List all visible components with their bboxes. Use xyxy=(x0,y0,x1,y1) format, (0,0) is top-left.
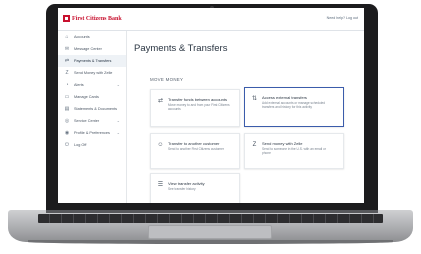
mail-icon: ✉ xyxy=(64,46,70,52)
bank-logo[interactable]: First Citizens Bank xyxy=(63,15,122,22)
sidebar-item-profile[interactable]: ◉ Profile & Preferences ⌄ xyxy=(58,127,126,139)
section-label: MOVE MONEY xyxy=(150,77,184,82)
card-title: Send money with Zelle xyxy=(262,141,303,146)
card-icon: ▭ xyxy=(64,94,70,100)
sidebar-item-label: Alerts xyxy=(74,83,84,87)
main-content: Payments & Transfers MOVE MONEY ⇄ Transf… xyxy=(130,31,364,203)
card-title: Access external transfers xyxy=(262,95,307,100)
laptop-hinge xyxy=(46,210,378,213)
external-transfer-icon: ⇅ xyxy=(251,96,258,102)
sidebar-item-label: Profile & Preferences xyxy=(74,131,110,135)
card-external-transfers[interactable]: ⇅ Access external transfers Add external… xyxy=(244,87,344,127)
sidebar-item-statements[interactable]: ▤ Statements & Documents xyxy=(58,103,126,115)
document-icon: ▤ xyxy=(64,106,70,112)
sidebar-item-payments-transfers[interactable]: ⇄ Payments & Transfers xyxy=(58,55,126,67)
person-icon: ◉ xyxy=(64,130,70,136)
sidebar-item-log-off[interactable]: ⏻ Log Off xyxy=(58,139,126,151)
card-transfer-to-customer[interactable]: ☺ Transfer to another customer Send to a… xyxy=(150,133,240,169)
logo-text: First Citizens Bank xyxy=(72,15,122,22)
transfer-icon: ⇄ xyxy=(157,98,164,104)
sidebar-nav: ⌂ Accounts ✉ Message Center ⇄ Payments &… xyxy=(58,31,127,203)
zelle-icon: Z xyxy=(252,142,257,148)
card-description: Send to someone in the U.S. with an emai… xyxy=(262,147,326,155)
logo-mark-icon xyxy=(63,15,70,22)
customer-icon: ☺ xyxy=(157,142,164,148)
chevron-down-icon: ⌄ xyxy=(116,130,120,135)
laptop-screen: First Citizens Bank Need help? Log out ⌂… xyxy=(58,8,364,203)
laptop-base-lip xyxy=(28,240,393,244)
power-icon: ⏻ xyxy=(65,142,69,148)
sidebar-item-label: Message Center xyxy=(74,47,102,51)
card-description: See transfer history xyxy=(168,187,196,191)
sidebar-item-service-center[interactable]: ◎ Service Center ⌄ xyxy=(58,115,126,127)
card-description: Move money to and from your First Citize… xyxy=(168,103,230,111)
sidebar-item-label: Payments & Transfers xyxy=(74,59,112,63)
top-bar: First Citizens Bank Need help? Log out xyxy=(58,8,364,31)
zelle-icon: Z xyxy=(65,70,69,76)
sidebar-item-label: Accounts xyxy=(74,35,90,39)
chevron-down-icon: ⌄ xyxy=(116,118,120,123)
sidebar-item-zelle[interactable]: Z Send Money with Zelle xyxy=(58,67,126,79)
activity-icon: ☰ xyxy=(157,182,164,188)
sidebar-item-alerts[interactable]: ◔ Alerts ⌄ xyxy=(58,79,126,91)
sidebar-item-message-center[interactable]: ✉ Message Center xyxy=(58,43,126,55)
card-title: Transfer to another customer xyxy=(168,141,220,146)
sidebar-item-label: Statements & Documents xyxy=(74,107,118,111)
sidebar-item-label: Manage Cards xyxy=(74,95,99,99)
laptop-trackpad xyxy=(148,225,272,239)
card-transfer-between-accounts[interactable]: ⇄ Transfer funds between accounts Move m… xyxy=(150,89,240,127)
page-title: Payments & Transfers xyxy=(134,43,228,54)
service-icon: ◎ xyxy=(64,118,70,124)
sidebar-item-label: Log Off xyxy=(74,143,87,147)
sidebar-item-accounts[interactable]: ⌂ Accounts xyxy=(58,31,126,43)
sidebar-item-label: Service Center xyxy=(74,119,100,123)
sidebar-item-label: Send Money with Zelle xyxy=(74,71,113,75)
card-send-with-zelle[interactable]: Z Send money with Zelle Send to someone … xyxy=(244,133,344,169)
card-view-transfer-activity[interactable]: ☰ View transfer activity See transfer hi… xyxy=(150,173,240,203)
transfer-icon: ⇄ xyxy=(64,58,70,64)
bank-icon: ⌂ xyxy=(65,34,69,40)
user-links[interactable]: Need help? Log out xyxy=(327,16,358,20)
alert-icon: ◔ xyxy=(65,82,69,88)
card-title: View transfer activity xyxy=(168,181,205,186)
card-title: Transfer funds between accounts xyxy=(168,97,227,102)
card-description: Add external accounts or manage schedule… xyxy=(262,101,326,109)
chevron-down-icon: ⌄ xyxy=(116,82,120,87)
sidebar-item-manage-cards[interactable]: ▭ Manage Cards xyxy=(58,91,126,103)
card-description: Send to another First Citizens customer xyxy=(168,147,224,151)
laptop-keyboard xyxy=(38,214,383,223)
